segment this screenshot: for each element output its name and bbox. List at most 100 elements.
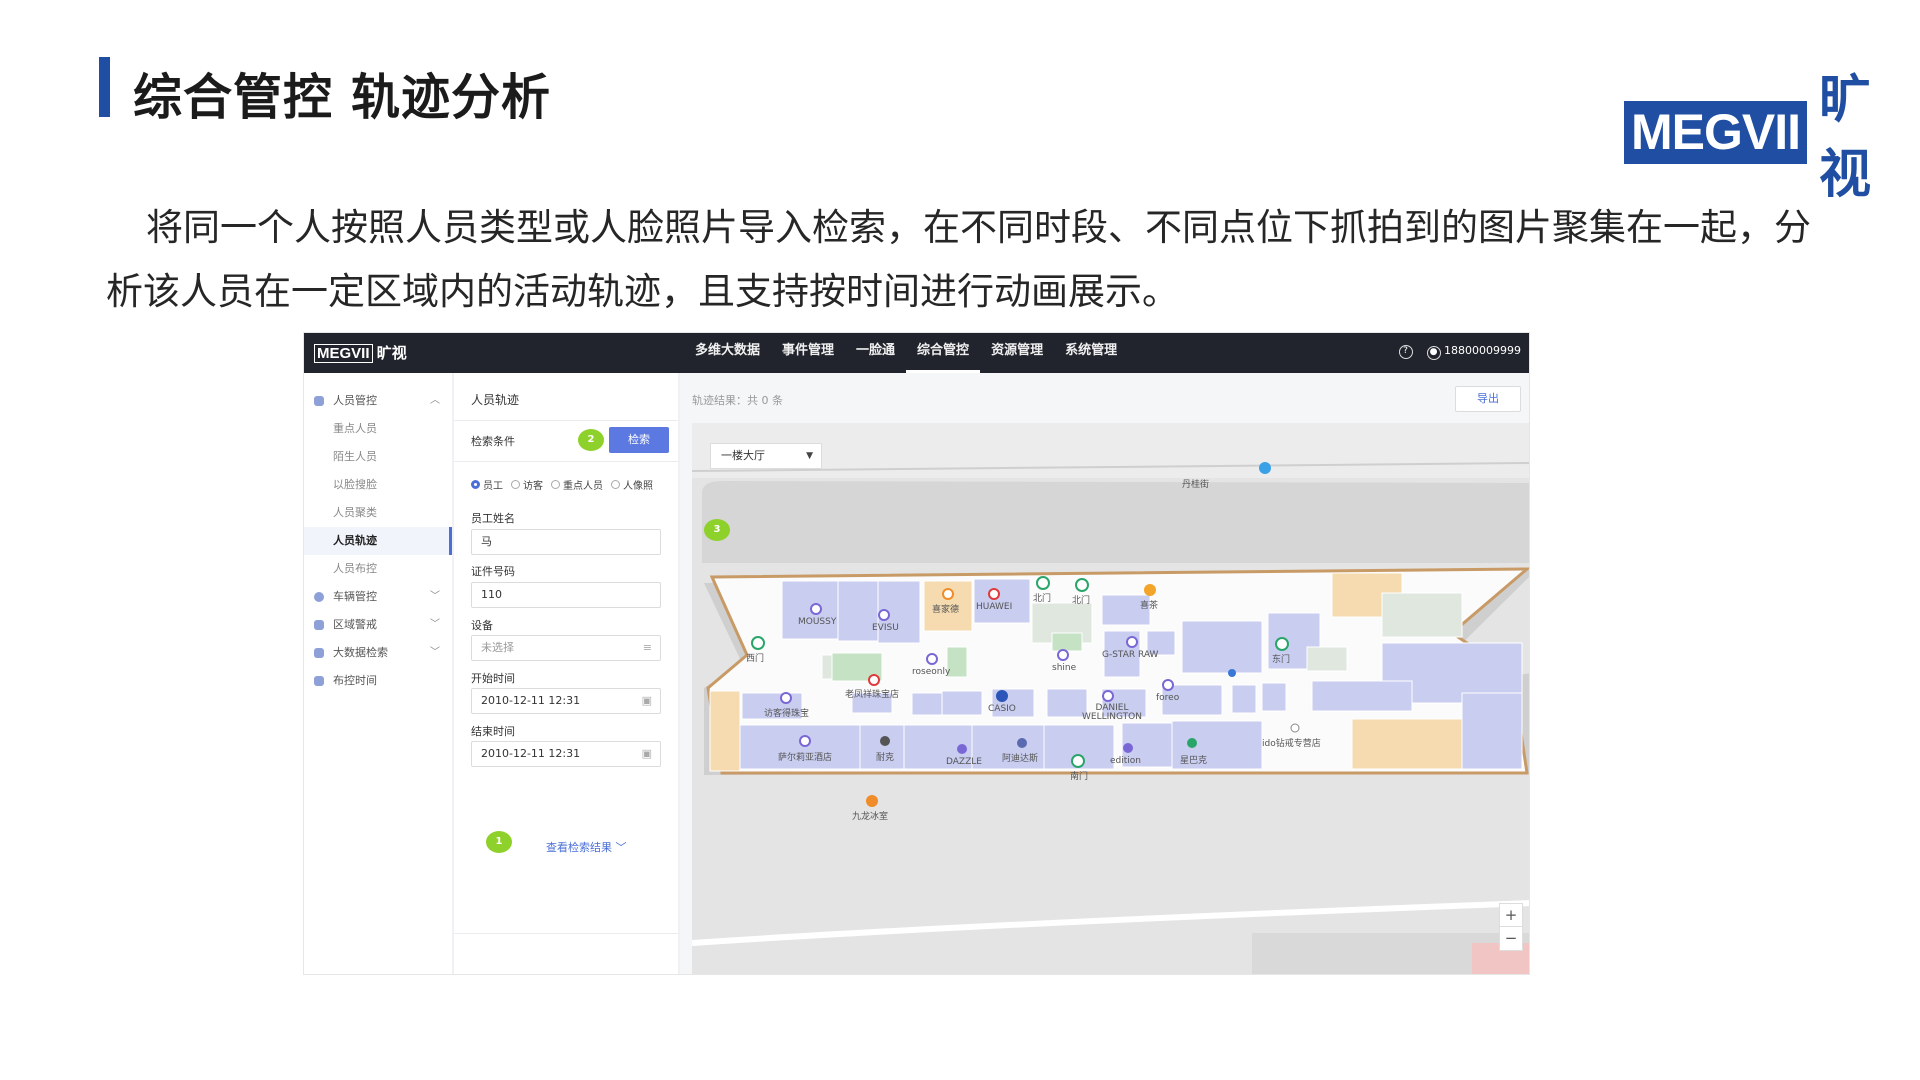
calendar-icon: ▣: [641, 694, 652, 707]
list-icon: ≡: [642, 641, 652, 654]
map-label: edition: [1110, 756, 1141, 766]
view-results-link[interactable]: 查看检索结果 ﹀: [546, 839, 627, 855]
logo-cn: 旷视: [1819, 70, 1872, 205]
radio-dot: [471, 480, 480, 489]
sidebar-item-strangers[interactable]: 陌生人员: [304, 443, 452, 471]
nav-item-system[interactable]: 系统管理: [1054, 333, 1128, 373]
id-input[interactable]: 110: [471, 582, 661, 608]
nav-item-resources[interactable]: 资源管理: [980, 333, 1054, 373]
sidebar-item-face-search[interactable]: 以脸搜脸: [304, 471, 452, 499]
start-time-input[interactable]: 2010-12-11 12:31 ▣: [471, 688, 661, 714]
chevron-down-icon: ﹀: [430, 619, 440, 630]
map-label: 九龙冰室: [852, 812, 889, 822]
sidebar-item-key-persons[interactable]: 重点人员: [304, 415, 452, 443]
radio-employee[interactable]: 员工: [471, 477, 503, 492]
sidebar: 人员管控 ︿ 重点人员 陌生人员 以脸搜脸 人员聚类 人员轨迹 人员布控 车辆管…: [304, 373, 452, 974]
map-label: G-STAR RAW: [1102, 650, 1159, 660]
map-label: 北门: [1072, 596, 1091, 606]
nav-item-bigdata[interactable]: 多维大数据: [684, 333, 771, 373]
megvii-logo: MEGVII 旷视: [1624, 57, 1920, 207]
radio-dot: [611, 480, 620, 489]
map-label: roseonly: [912, 667, 951, 677]
sidebar-group-bigdata-search[interactable]: 大数据检索 ﹀: [304, 639, 452, 667]
top-navbar: MEGVII 旷视 多维大数据 事件管理 一脸通 综合管控 资源管理 系统管理 …: [304, 333, 1529, 373]
search-panel: 人员轨迹 检索条件 2 检索 员工 访客 重点人员 人像照 员工姓名 马 证件号…: [454, 373, 678, 974]
chevron-down-icon: ﹀: [430, 647, 440, 658]
nav-item-control[interactable]: 综合管控: [906, 333, 981, 373]
user-menu[interactable]: ● 18800009999: [1426, 344, 1521, 360]
map-label: 萨尔莉亚酒店: [778, 753, 833, 763]
step-badge-2: 2: [578, 429, 604, 451]
sidebar-item-clustering[interactable]: 人员聚类: [304, 499, 452, 527]
floor-map[interactable]: 3 一楼大厅 ▼ 丹桂街 MOUSSY EVISU 喜家德 HUAWEI 北门 北…: [692, 423, 1529, 974]
nav-item-events[interactable]: 事件管理: [771, 333, 845, 373]
map-label: DANIEL WELLINGTON: [1082, 703, 1142, 722]
slide-title: 综合管控 轨迹分析: [133, 69, 552, 126]
app-logo[interactable]: MEGVII 旷视: [314, 342, 407, 363]
user-icon: ●: [1426, 346, 1441, 360]
map-label: 南门: [1070, 772, 1089, 782]
vehicle-icon: [314, 592, 324, 602]
device-select[interactable]: 未选择 ≡: [471, 635, 661, 661]
search-button[interactable]: 检索: [609, 427, 669, 453]
slide: 综合管控 轨迹分析 MEGVII 旷视 将同一个人按照人员类型或人脸照片导入检索…: [0, 0, 1920, 1080]
sidebar-group-vehicle[interactable]: 车辆管控 ﹀: [304, 583, 452, 611]
map-label: CASIO: [988, 704, 1016, 714]
sidebar-group-person[interactable]: 人员管控 ︿: [304, 387, 452, 415]
map-label: EVISU: [872, 623, 899, 633]
zone-icon: [314, 620, 324, 630]
map-label: foreo: [1156, 693, 1180, 703]
sidebar-item-person-deploy[interactable]: 人员布控: [304, 555, 452, 583]
main-menu: 多维大数据 事件管理 一脸通 综合管控 资源管理 系统管理: [684, 333, 1128, 373]
step-badge-3: 3: [704, 519, 730, 541]
navbar-right: ? ● 18800009999: [1398, 344, 1521, 360]
floor-plan-svg: [692, 423, 1529, 974]
map-label: HUAWEI: [976, 602, 1013, 612]
device-label: 设备: [471, 619, 493, 632]
export-button[interactable]: 导出: [1455, 386, 1521, 412]
end-time-input[interactable]: 2010-12-11 12:31 ▣: [471, 741, 661, 767]
logo-text: MEGVII: [1631, 103, 1801, 160]
step-badge-1: 1: [486, 831, 512, 853]
panel-title: 人员轨迹: [471, 393, 520, 407]
map-label: 喜茶: [1140, 601, 1159, 611]
id-label: 证件号码: [471, 565, 515, 578]
map-label: 耐克: [876, 753, 895, 763]
radio-dot: [551, 480, 560, 489]
zoom-out-button[interactable]: −: [1500, 927, 1522, 950]
radio-key-person[interactable]: 重点人员: [551, 477, 603, 492]
end-time-label: 结束时间: [471, 725, 515, 738]
title-accent-bar: [99, 57, 110, 117]
map-label: ido钻戒专营店: [1262, 739, 1321, 749]
name-input[interactable]: 马: [471, 529, 661, 555]
search-icon: [314, 648, 324, 658]
logo-box: MEGVII: [1624, 100, 1808, 164]
map-label: shine: [1052, 663, 1077, 673]
name-label: 员工姓名: [471, 512, 515, 525]
radio-dot: [511, 480, 520, 489]
divider: [454, 420, 678, 421]
app-screenshot: MEGVII 旷视 多维大数据 事件管理 一脸通 综合管控 资源管理 系统管理 …: [303, 332, 1530, 975]
map-label: 丹桂街: [1182, 480, 1210, 490]
help-icon[interactable]: ?: [1398, 345, 1413, 359]
chevron-up-icon: ︿: [430, 395, 440, 406]
map-label: MOUSSY: [798, 617, 837, 627]
result-area: 轨迹结果：共 0 条 导出 3 一楼大厅 ▼ 丹桂街 MOUSSY EVISU …: [680, 373, 1529, 974]
user-phone: 18800009999: [1444, 344, 1521, 357]
map-label: 东门: [1272, 655, 1291, 665]
divider: [454, 933, 678, 934]
sidebar-group-schedule[interactable]: 布控时间: [304, 667, 452, 695]
radio-visitor[interactable]: 访客: [511, 477, 543, 492]
map-label: 喜家德: [932, 605, 960, 615]
conditions-label: 检索条件: [471, 435, 515, 448]
map-label: 访客得珠宝: [764, 709, 810, 719]
zoom-in-button[interactable]: +: [1500, 904, 1522, 927]
radio-portrait[interactable]: 人像照: [611, 477, 653, 492]
slide-description: 将同一个人按照人员类型或人脸照片导入检索，在不同时段、不同点位下抓拍到的图片聚集…: [106, 206, 1811, 313]
sidebar-group-zone[interactable]: 区域警戒 ﹀: [304, 611, 452, 639]
nav-item-facepass[interactable]: 一脸通: [845, 333, 906, 373]
result-count: 轨迹结果：共 0 条: [692, 394, 783, 407]
floor-select[interactable]: 一楼大厅 ▼: [710, 443, 822, 469]
sidebar-item-trajectory[interactable]: 人员轨迹: [304, 527, 452, 555]
calendar-icon: [314, 676, 324, 686]
